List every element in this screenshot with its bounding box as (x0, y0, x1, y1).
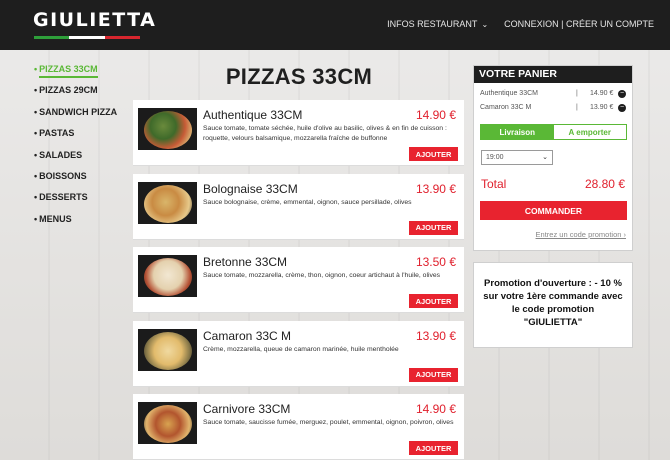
product-price: 13.50 € (415, 255, 456, 269)
pizza-image[interactable] (138, 181, 197, 224)
sidebar-item-label: SANDWICH PIZZA (39, 106, 118, 117)
cart-item-separator: | (576, 90, 578, 97)
nav-login-label: CONNEXION | CRÉER UN COMPTE (504, 19, 654, 29)
cart-item-price: 14.90 € (590, 90, 614, 97)
top-header: GIULIETTA INFOS RESTAURANT ⌄ CONNEXION |… (0, 0, 670, 50)
delivery-mode-toggle: Livraison A emporter (480, 124, 627, 140)
chevron-down-icon: ⌄ (481, 19, 489, 29)
product-name[interactable]: Bolognaise 33CM (203, 182, 298, 196)
sidebar-item-menus[interactable]: • MENUS (34, 214, 124, 235)
product-price: 14.90 € (415, 108, 456, 122)
product-price: 13.90 € (415, 181, 456, 196)
cart-item-name: Camaron 33C M (480, 104, 532, 111)
cart-item-price: 13.90 € (590, 104, 614, 111)
page-title: PIZZAS 33CM (225, 64, 373, 89)
cart-item-separator: | (576, 104, 578, 111)
product-description: Sauce tomate, saucisse fumée, merguez, p… (203, 419, 454, 426)
sidebar-item-pizzas-33cm[interactable]: • PIZZAS 33CM (34, 64, 124, 85)
cart-title: VOTRE PANIER (474, 66, 632, 83)
order-button[interactable]: COMMANDER (480, 201, 627, 220)
sidebar-item-pizzas-29cm[interactable]: • PIZZAS 29CM (34, 85, 124, 106)
sidebar-item-pastas[interactable]: • PASTAS (34, 128, 124, 149)
sidebar-item-label: MENUS (39, 213, 72, 224)
nav-infos-restaurant[interactable]: INFOS RESTAURANT ⌄ (387, 19, 488, 29)
promotion-banner: Promotion d'ouverture : - 10 % sur votre… (473, 262, 633, 348)
product-price: 13.90 € (415, 328, 456, 343)
product-name[interactable]: Authentique 33CM (203, 108, 302, 122)
product-list: Authentique 33CM 14.90 € Sauce tomate, t… (133, 100, 464, 460)
cart-line-item: Camaron 33C M | 13.90 € − (474, 101, 632, 115)
add-to-cart-button[interactable]: AJOUTER (409, 147, 458, 161)
product-description: Crème, mozzarella, queue de camaron mari… (203, 345, 399, 353)
add-to-cart-button[interactable]: AJOUTER (409, 220, 458, 235)
top-nav: INFOS RESTAURANT ⌄ CONNEXION | CRÉER UN … (387, 19, 654, 29)
sidebar-item-label: DESSERTS (39, 192, 88, 203)
cart-panel: VOTRE PANIER Authentique 33CM | 14.90 € … (473, 65, 633, 251)
chevron-down-icon: ⌄ (542, 154, 548, 161)
product-card: Authentique 33CM 14.90 € Sauce tomate, t… (133, 100, 464, 166)
pizza-image[interactable] (138, 328, 197, 371)
product-name[interactable]: Carnivore 33CM (203, 402, 290, 416)
sidebar-item-label: PIZZAS 29CM (39, 85, 98, 96)
sidebar-item-boissons[interactable]: • BOISSONS (34, 171, 124, 192)
time-select[interactable]: 19:00 ⌄ (481, 150, 553, 165)
nav-infos-label: INFOS RESTAURANT (387, 19, 478, 29)
pizza-image[interactable] (138, 255, 197, 297)
remove-item-icon[interactable]: − (618, 90, 626, 98)
total-value: 28.80 € (584, 177, 625, 191)
total-label: Total (481, 177, 507, 191)
product-price: 14.90 € (415, 402, 456, 416)
sidebar-item-label: SALADES (39, 149, 83, 160)
product-name[interactable]: Bretonne 33CM (203, 255, 287, 269)
add-to-cart-button[interactable]: AJOUTER (409, 294, 458, 308)
product-card: Bretonne 33CM 13.50 € Sauce tomate, mozz… (133, 247, 464, 313)
product-description: Sauce tomate, tomate séchée, huile d'oli… (203, 125, 447, 142)
pizza-image[interactable] (138, 402, 197, 444)
add-to-cart-button[interactable]: AJOUTER (409, 367, 458, 382)
product-card: Camaron 33C M 13.90 € Crème, mozzarella,… (133, 320, 464, 387)
remove-item-icon[interactable]: − (618, 104, 626, 112)
sidebar-item-label: PIZZAS 33CM (39, 64, 98, 78)
product-card: Bolognaise 33CM 13.90 € Sauce bolognaise… (133, 173, 464, 240)
time-select-value: 19:00 (486, 154, 504, 161)
nav-login-register[interactable]: CONNEXION | CRÉER UN COMPTE (504, 19, 654, 29)
cart-item-name: Authentique 33CM (480, 90, 538, 97)
cart-line-item: Authentique 33CM | 14.90 € − (474, 87, 632, 101)
product-card: Carnivore 33CM 14.90 € Sauce tomate, sau… (133, 394, 464, 460)
product-description: Sauce tomate, mozzarella, crème, thon, o… (203, 272, 441, 279)
category-sidebar: • PIZZAS 33CM • PIZZAS 29CM • SANDWICH PIZZ… (34, 64, 124, 235)
add-to-cart-button[interactable]: AJOUTER (409, 441, 458, 455)
delivery-option[interactable]: Livraison (481, 125, 554, 139)
sidebar-item-desserts[interactable]: • DESSERTS (34, 192, 124, 213)
logo[interactable]: GIULIETTA (33, 9, 156, 31)
product-name[interactable]: Camaron 33C M (203, 329, 291, 343)
sidebar-item-salades[interactable]: • SALADES (34, 150, 124, 171)
italian-flag-stripe (34, 36, 140, 39)
pizza-image[interactable] (138, 108, 197, 150)
sidebar-item-label: PASTAS (39, 128, 75, 139)
sidebar-item-label: BOISSONS (39, 170, 87, 181)
sidebar-item-sandwich-pizza[interactable]: • SANDWICH PIZZA (34, 107, 124, 128)
promo-code-link[interactable]: Entrez un code promotion › (536, 230, 626, 239)
takeaway-option[interactable]: A emporter (553, 125, 626, 139)
product-description: Sauce bolognaise, crème, emmental, oigno… (203, 198, 412, 206)
